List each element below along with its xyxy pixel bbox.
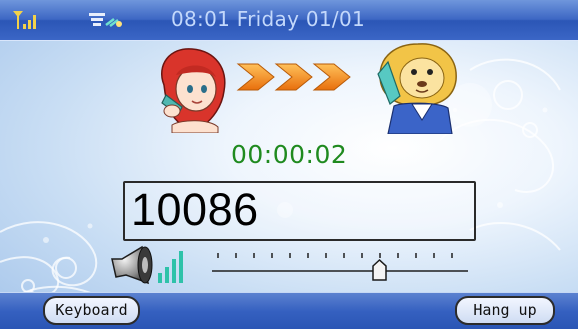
volume-slider-thumb[interactable]: [371, 258, 388, 282]
triple-arrow-right-icon: [236, 63, 351, 91]
dialed-number: 10086: [131, 184, 259, 235]
girl-on-phone-icon: [161, 48, 226, 133]
call-screen: 08:01 Friday 01/01 00:00:02 10086 Keyboa…: [0, 0, 578, 329]
lion-on-phone-icon: [377, 43, 457, 134]
status-bar: 08:01 Friday 01/01: [0, 0, 578, 41]
call-duration: 00:00:02: [231, 140, 348, 169]
network-filter-icon: [89, 13, 122, 27]
hang-up-button[interactable]: Hang up: [455, 296, 555, 325]
number-display: 10086: [123, 181, 476, 241]
keyboard-button[interactable]: Keyboard: [43, 296, 140, 325]
volume-slider[interactable]: [206, 245, 470, 285]
datetime-label: 08:01 Friday 01/01: [171, 7, 366, 31]
speaker-icon[interactable]: [108, 243, 184, 289]
signal-strength-icon: [13, 11, 36, 29]
softkey-bar: Keyboard Hang up: [0, 292, 578, 329]
